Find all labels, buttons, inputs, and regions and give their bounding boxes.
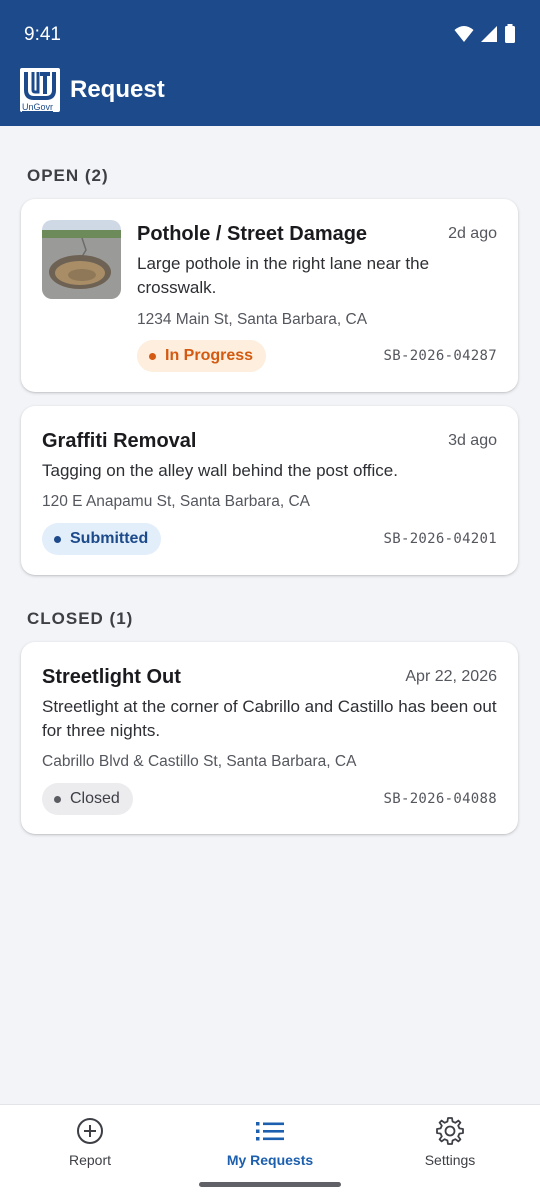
nav-item-my-requests[interactable]: My Requests bbox=[180, 1105, 360, 1185]
status-label: In Progress bbox=[165, 347, 254, 364]
status-icons bbox=[454, 24, 516, 44]
request-card-streetlight[interactable]: Streetlight Out Apr 22, 2026 Streetlight… bbox=[21, 642, 518, 834]
nav-label: Settings bbox=[424, 1152, 476, 1168]
request-address: 120 E Anapamu St, Santa Barbara, CA bbox=[42, 493, 310, 510]
request-card-pothole[interactable]: Pothole / Street Damage 2d ago Large pot… bbox=[21, 199, 518, 392]
home-indicator[interactable] bbox=[199, 1182, 341, 1187]
status-dot bbox=[54, 535, 61, 543]
request-address: 1234 Main St, Santa Barbara, CA bbox=[137, 311, 368, 328]
status-dot bbox=[149, 352, 156, 360]
status-dot bbox=[54, 795, 61, 803]
request-card-graffiti[interactable]: Graffiti Removal 3d ago Tagging on the a… bbox=[21, 406, 518, 575]
page-title: Request bbox=[70, 76, 165, 103]
nav-item-settings[interactable]: Settings bbox=[360, 1105, 540, 1185]
request-photo bbox=[42, 220, 121, 299]
status-badge: In Progress bbox=[137, 340, 267, 372]
request-title: Graffiti Removal bbox=[42, 430, 197, 452]
request-reference: SB-2026-04088 bbox=[383, 791, 497, 807]
request-time: Apr 22, 2026 bbox=[405, 668, 497, 685]
request-description: Tagging on the alley wall behind the pos… bbox=[42, 461, 398, 480]
nav-item-report[interactable]: Report bbox=[0, 1105, 180, 1185]
app-bar: UnGovr Request bbox=[0, 64, 540, 126]
status-label: Submitted bbox=[70, 530, 149, 547]
request-description: Large pothole in the right lane near the… bbox=[137, 254, 430, 297]
request-time: 2d ago bbox=[448, 225, 497, 242]
request-reference: SB-2026-04287 bbox=[383, 348, 497, 364]
logo-mark-icon bbox=[24, 72, 56, 100]
request-description: Streetlight at the corner of Cabrillo an… bbox=[42, 697, 497, 740]
status-bar: 9:41 bbox=[0, 0, 540, 64]
request-reference: SB-2026-04201 bbox=[383, 531, 497, 547]
section-header-closed: CLOSED (1) bbox=[27, 609, 134, 628]
logo-text: UnGovr bbox=[22, 102, 54, 112]
wifi-icon bbox=[454, 26, 474, 42]
request-title: Pothole / Street Damage bbox=[137, 223, 368, 245]
section-header-open: OPEN (2) bbox=[27, 166, 109, 185]
gear-icon bbox=[435, 1116, 465, 1146]
request-address: Cabrillo Blvd & Castillo St, Santa Barba… bbox=[42, 753, 357, 770]
status-badge: Submitted bbox=[42, 523, 162, 555]
plus-circle-icon bbox=[76, 1116, 104, 1146]
nav-label: Report bbox=[68, 1152, 112, 1168]
status-badge: Closed bbox=[42, 783, 133, 815]
signal-icon bbox=[481, 26, 497, 42]
app-logo: UnGovr bbox=[20, 68, 60, 112]
nav-label: My Requests bbox=[226, 1152, 314, 1168]
battery-icon bbox=[505, 24, 515, 43]
list-icon bbox=[255, 1116, 285, 1146]
request-title: Streetlight Out bbox=[42, 666, 181, 688]
status-label: Closed bbox=[70, 790, 120, 807]
request-time: 3d ago bbox=[448, 432, 497, 449]
status-time: 9:41 bbox=[24, 24, 61, 45]
